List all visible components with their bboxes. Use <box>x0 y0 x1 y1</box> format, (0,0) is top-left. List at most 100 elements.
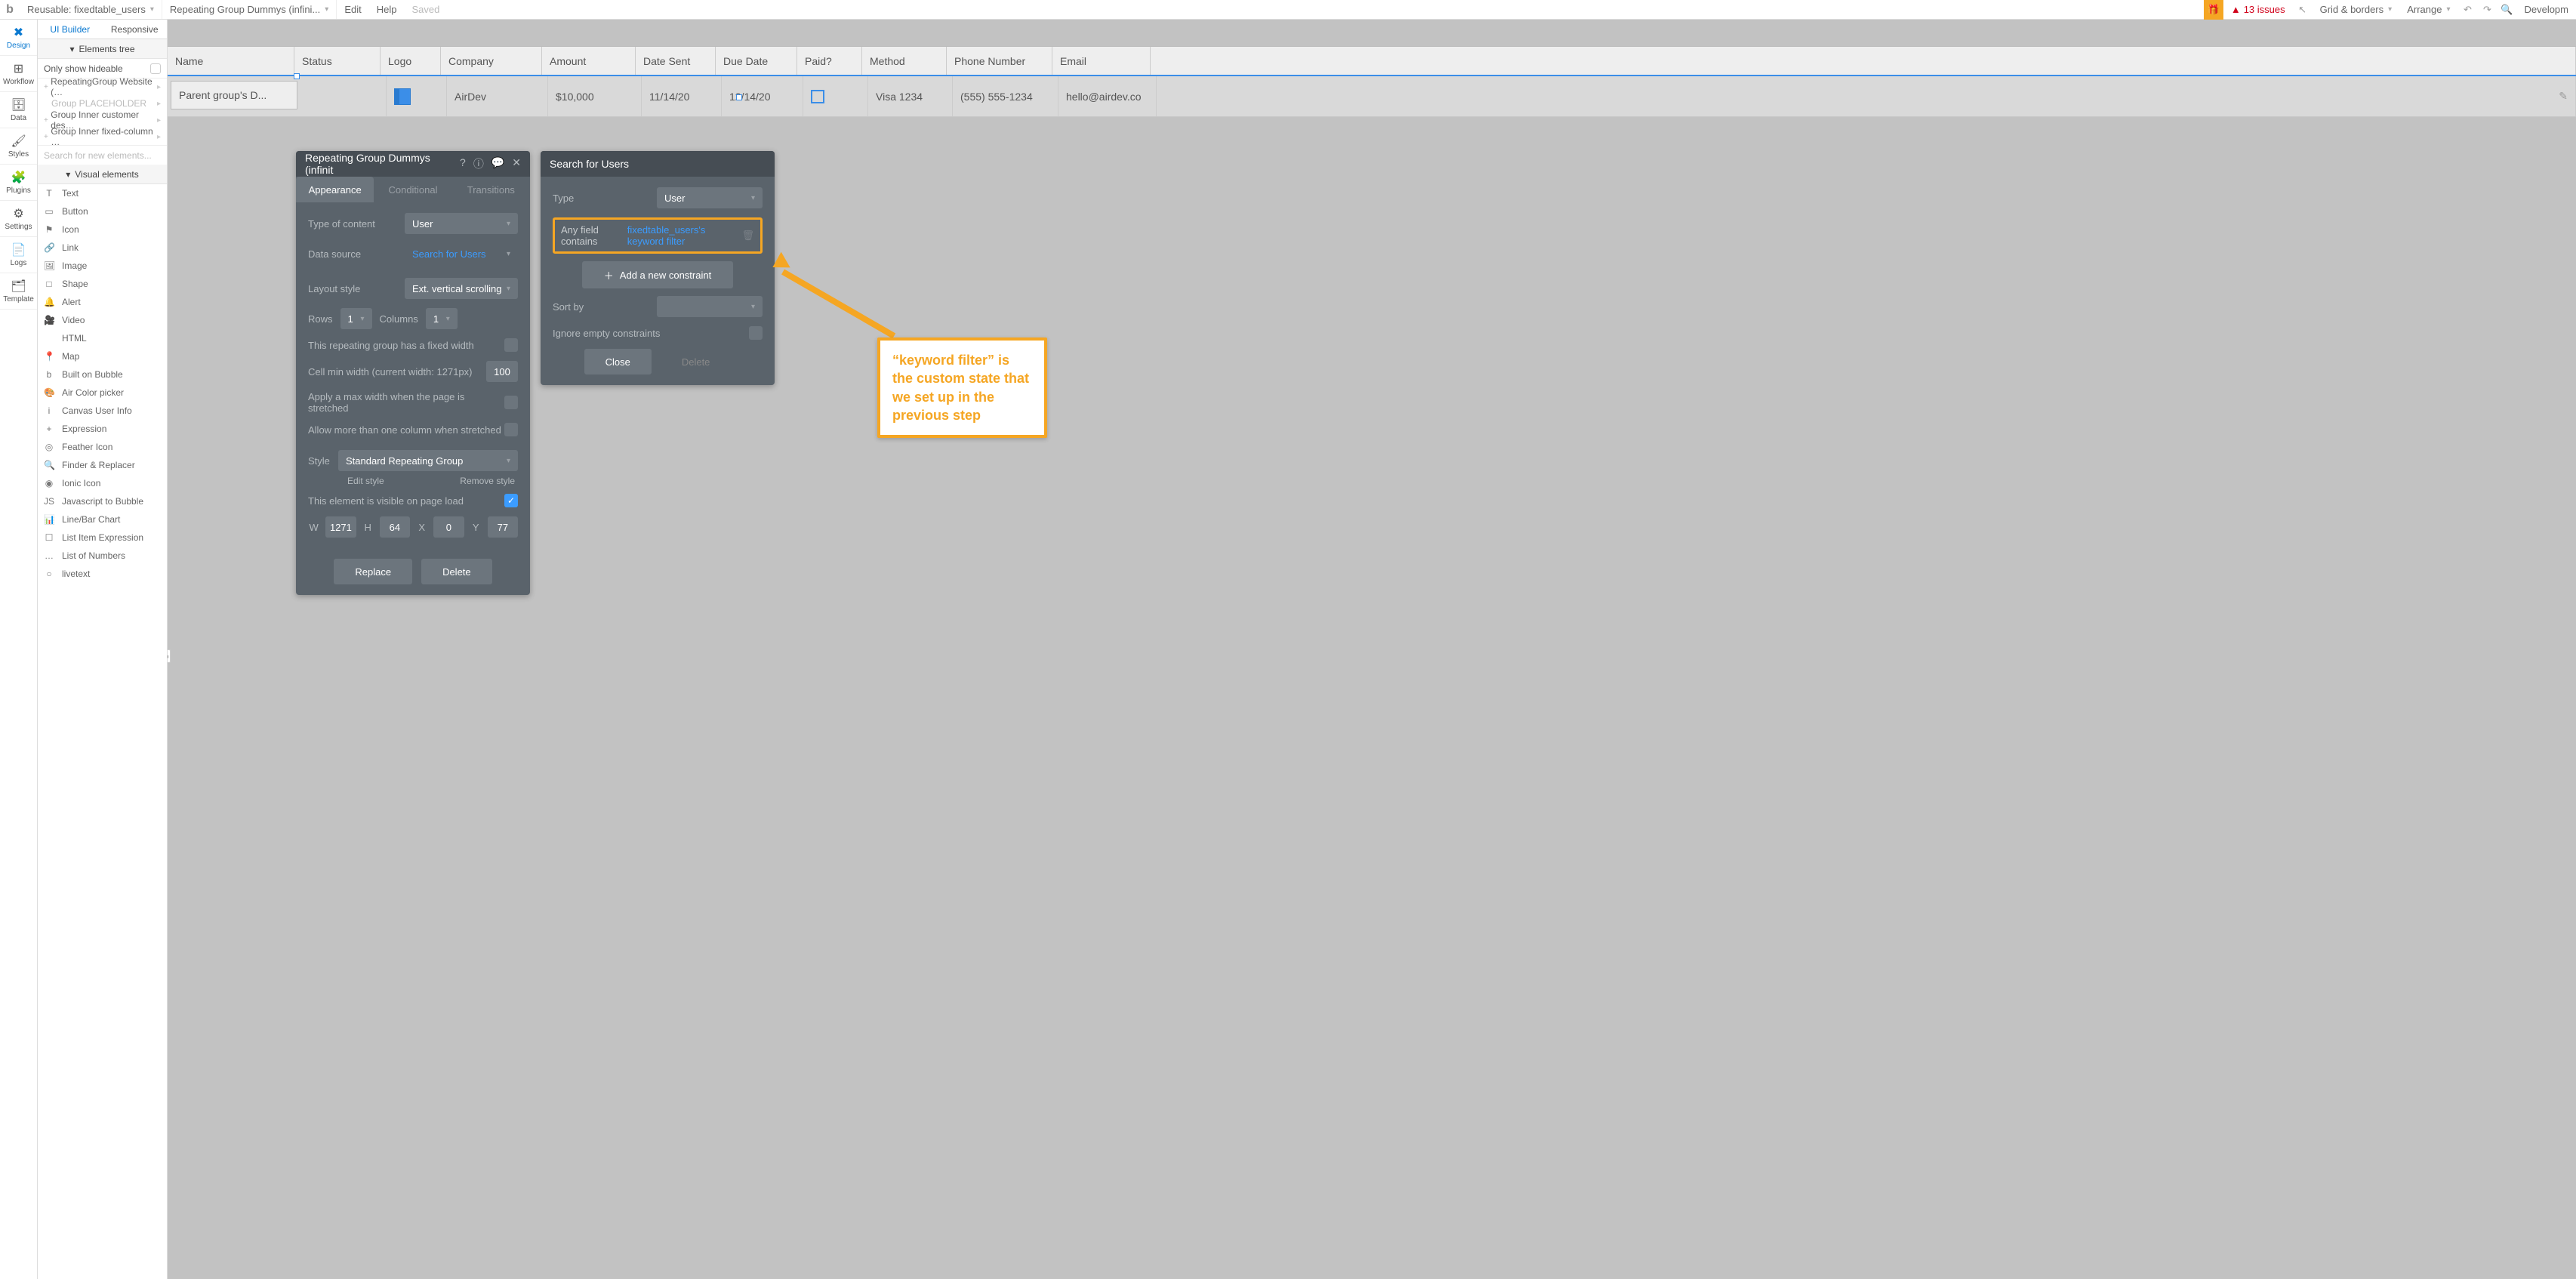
style-dd[interactable]: Standard Repeating Group▾ <box>338 450 518 471</box>
cols-dd[interactable]: 1▾ <box>426 308 458 329</box>
selection-handle[interactable] <box>294 73 300 79</box>
replace-button[interactable]: Replace <box>334 559 412 584</box>
type-content-dd[interactable]: User▾ <box>405 213 518 234</box>
visual-element-item[interactable]: ◎Feather Icon <box>38 438 167 456</box>
edit-menu[interactable]: Edit <box>337 0 368 19</box>
table-row[interactable]: Parent group's D... AirDev $10,000 11/14… <box>168 76 2576 117</box>
x-input[interactable]: 0 <box>433 516 464 538</box>
type-label: Type <box>553 193 657 204</box>
tab-transitions[interactable]: Transitions <box>452 177 530 202</box>
visual-element-item[interactable]: 🎥Video <box>38 311 167 329</box>
tree-item[interactable]: +RepeatingGroup Website (…▸ <box>38 79 167 95</box>
cell-edit-icon[interactable]: ✎ <box>1157 76 2576 116</box>
fixed-width-toggle[interactable] <box>504 338 518 352</box>
visual-element-item[interactable]: ⚑Icon <box>38 220 167 239</box>
sidebar-collapse-handle[interactable]: ◂ <box>168 649 171 663</box>
rail-design[interactable]: ✖Design <box>0 20 37 56</box>
panel1-header[interactable]: Repeating Group Dummys (infinit ? ⓘ 💬 ✕ <box>296 151 530 177</box>
search-icon[interactable]: 🔍 <box>2497 4 2516 16</box>
arrange-dropdown[interactable]: Arrange <box>2399 0 2457 19</box>
delete-search-button[interactable]: Delete <box>661 349 732 374</box>
element-dropdown[interactable]: Repeating Group Dummys (infini... <box>162 0 336 19</box>
rail-data[interactable]: 🗄Data <box>0 92 37 128</box>
tab-responsive[interactable]: Responsive <box>103 20 168 39</box>
cell-name[interactable]: Parent group's D... <box>171 81 297 109</box>
ve-icon: ◎ <box>44 442 54 452</box>
visual-element-item[interactable]: +Expression <box>38 420 167 438</box>
panel2-header[interactable]: Search for Users <box>541 151 775 177</box>
help-icon[interactable]: ? <box>460 156 466 171</box>
visual-element-item[interactable]: iCanvas User Info <box>38 402 167 420</box>
onecol-toggle[interactable] <box>504 423 518 436</box>
rail-logs[interactable]: 📄Logs <box>0 237 37 273</box>
maxw-toggle[interactable] <box>504 396 518 409</box>
visual-element-item[interactable]: ▭Button <box>38 202 167 220</box>
sort-dd[interactable]: ▾ <box>657 296 763 317</box>
h-input[interactable]: 64 <box>380 516 410 538</box>
visual-element-item[interactable]: TText <box>38 184 167 202</box>
visual-element-item[interactable]: JSJavascript to Bubble <box>38 492 167 510</box>
info-icon[interactable]: ⓘ <box>473 156 484 171</box>
rail-workflow[interactable]: ⊞Workflow <box>0 56 37 92</box>
cell-phone[interactable]: (555) 555-1234 <box>953 76 1058 116</box>
undo-icon[interactable]: ↶ <box>2457 4 2477 16</box>
pointer-icon[interactable]: ↖ <box>2293 4 2313 16</box>
tree-item[interactable]: +Group Inner fixed-column …▸ <box>38 128 167 145</box>
cellmin-input[interactable]: 100 <box>486 361 518 382</box>
elements-tree-toggle[interactable]: ▾Elements tree <box>38 39 167 59</box>
rail-styles[interactable]: 🖌Styles <box>0 128 37 165</box>
tab-conditional[interactable]: Conditional <box>374 177 451 202</box>
tab-ui-builder[interactable]: UI Builder <box>38 20 103 39</box>
tab-appearance[interactable]: Appearance <box>296 177 374 202</box>
visual-element-item[interactable]: HTML <box>38 329 167 347</box>
visual-elements-toggle[interactable]: ▾Visual elements <box>38 165 167 184</box>
help-menu[interactable]: Help <box>369 0 405 19</box>
comment-icon[interactable]: 💬 <box>491 156 504 171</box>
only-hideable-checkbox[interactable] <box>150 63 161 74</box>
reusable-dropdown[interactable]: Reusable: fixedtable_users <box>20 0 162 19</box>
visual-element-item[interactable]: □Shape <box>38 275 167 293</box>
y-input[interactable]: 77 <box>488 516 518 538</box>
gear-icon: ⚙ <box>13 206 23 221</box>
add-constraint-button[interactable]: ＋Add a new constraint <box>582 261 733 288</box>
visual-element-item[interactable]: 🔗Link <box>38 239 167 257</box>
visual-element-item[interactable]: 📍Map <box>38 347 167 365</box>
visual-element-item[interactable]: …List of Numbers <box>38 547 167 565</box>
w-input[interactable]: 1271 <box>325 516 356 538</box>
cell-email[interactable]: hello@airdev.co <box>1058 76 1157 116</box>
type-dd[interactable]: User▾ <box>657 187 763 208</box>
rail-plugins[interactable]: 🧩Plugins <box>0 165 37 201</box>
issues-button[interactable]: ▲13 issues <box>2223 4 2293 15</box>
visual-element-item[interactable]: 🔍Finder & Replacer <box>38 456 167 474</box>
layout-dd[interactable]: Ext. vertical scrolling▾ <box>405 278 518 299</box>
h-label: H <box>362 522 374 533</box>
constraint-row[interactable]: Any field contains fixedtable_users's ke… <box>553 217 763 254</box>
visual-element-item[interactable]: 🎨Air Color picker <box>38 384 167 402</box>
visible-toggle[interactable]: ✓ <box>504 494 518 507</box>
gift-icon[interactable]: 🎁 <box>2204 0 2223 20</box>
redo-icon[interactable]: ↷ <box>2477 4 2497 16</box>
env-dropdown[interactable]: Developm <box>2516 0 2576 19</box>
close-icon[interactable]: ✕ <box>512 156 521 171</box>
visual-element-item[interactable]: 🖼Image <box>38 257 167 275</box>
rail-templates[interactable]: 🗂Template <box>0 273 37 310</box>
data-source-dd[interactable]: Search for Users▾ <box>405 243 518 264</box>
constraint-value[interactable]: fixedtable_users's keyword filter <box>627 224 736 247</box>
edit-style-link[interactable]: Edit style <box>347 476 384 486</box>
visual-element-item[interactable]: ◉Ionic Icon <box>38 474 167 492</box>
visual-element-item[interactable]: 📊Line/Bar Chart <box>38 510 167 529</box>
rail-settings[interactable]: ⚙Settings <box>0 201 37 237</box>
close-button[interactable]: Close <box>584 349 652 374</box>
visual-element-item[interactable]: ☐List Item Expression <box>38 529 167 547</box>
element-search[interactable]: Search for new elements... <box>38 145 167 165</box>
rows-dd[interactable]: 1▾ <box>340 308 372 329</box>
grid-dropdown[interactable]: Grid & borders <box>2313 0 2400 19</box>
visual-element-item[interactable]: ○livetext <box>38 565 167 583</box>
delete-button[interactable]: Delete <box>421 559 492 584</box>
selection-handle[interactable] <box>736 94 742 100</box>
ignore-toggle[interactable] <box>749 326 763 340</box>
remove-style-link[interactable]: Remove style <box>460 476 515 486</box>
visual-element-item[interactable]: bBuilt on Bubble <box>38 365 167 384</box>
trash-icon[interactable]: 🗑 <box>741 230 754 242</box>
visual-element-item[interactable]: 🔔Alert <box>38 293 167 311</box>
